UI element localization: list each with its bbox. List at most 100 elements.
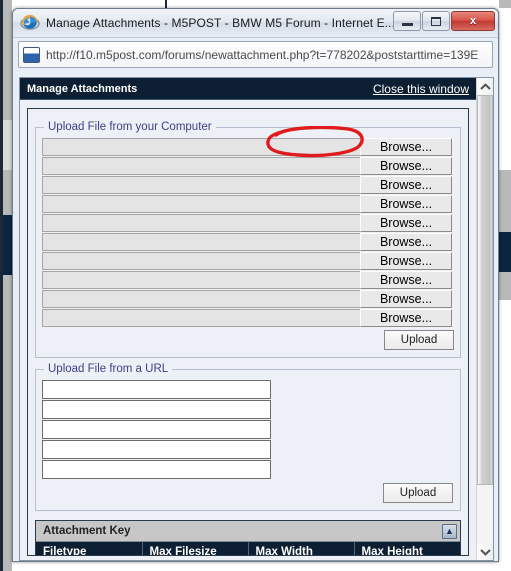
url-input-1[interactable] — [42, 380, 271, 399]
page-viewport: Manage Attachments Close this window Upl… — [19, 77, 494, 561]
file-path-cell — [42, 157, 360, 176]
browse-cell: Browse... — [360, 214, 454, 233]
page-content: Manage Attachments Close this window Upl… — [20, 78, 476, 560]
upload-from-computer-fieldset: Upload File from your Computer Browse...… — [35, 121, 461, 358]
browse-cell: Browse... — [360, 176, 454, 195]
upload-file-row: Browse... — [42, 233, 454, 252]
collapse-icon[interactable]: ▲ — [442, 523, 457, 539]
upload-file-row: Browse... — [42, 157, 454, 176]
attachment-key-header: Attachment Key ▲ — [36, 521, 460, 542]
page-icon — [23, 46, 40, 63]
attachment-panel: Upload File from your Computer Browse...… — [27, 108, 469, 556]
minimize-button[interactable] — [393, 11, 421, 31]
forum-header-bar: Manage Attachments Close this window — [20, 78, 476, 100]
browse-button-9[interactable]: Browse... — [360, 290, 452, 308]
backdrop-strip — [499, 232, 511, 272]
maximize-button[interactable] — [422, 11, 450, 31]
browse-cell: Browse... — [360, 233, 454, 252]
minimize-icon — [401, 22, 413, 26]
file-path-input-6[interactable] — [42, 233, 360, 251]
file-path-cell — [42, 252, 360, 271]
chevron-down-icon — [479, 548, 491, 556]
upload-file-row: Browse... — [42, 309, 454, 328]
file-path-input-9[interactable] — [42, 290, 360, 308]
internet-explorer-icon — [20, 13, 40, 33]
url-input-5[interactable] — [42, 460, 271, 479]
backdrop-strip — [499, 0, 511, 8]
url-field-list — [42, 380, 454, 479]
file-path-input-8[interactable] — [42, 271, 360, 289]
upload-url-button[interactable]: Upload — [383, 483, 453, 503]
browse-button-5[interactable]: Browse... — [360, 214, 452, 232]
file-path-input-3[interactable] — [42, 176, 360, 194]
file-path-cell — [42, 271, 360, 290]
browse-button-2[interactable]: Browse... — [360, 157, 452, 175]
browse-cell: Browse... — [360, 138, 454, 157]
url-input-3[interactable] — [42, 420, 271, 439]
scrollbar-thumb[interactable] — [477, 95, 493, 485]
file-path-cell — [42, 233, 360, 252]
file-path-cell — [42, 214, 360, 233]
browse-button-4[interactable]: Browse... — [360, 195, 452, 213]
browse-button-7[interactable]: Browse... — [360, 252, 452, 270]
file-path-input-5[interactable] — [42, 214, 360, 232]
file-path-cell — [42, 309, 360, 328]
upload-file-row: Browse... — [42, 138, 454, 157]
upload-file-row: Browse... — [42, 214, 454, 233]
column-header-4: Max Height — [354, 542, 460, 555]
attachment-key-title: Attachment Key — [43, 525, 131, 537]
file-path-input-10[interactable] — [42, 309, 360, 327]
column-header-1: Filetype — [36, 542, 143, 555]
close-this-window-link[interactable]: Close this window — [373, 82, 469, 96]
upload-file-row: Browse... — [42, 176, 454, 195]
upload-file-row: Browse... — [42, 252, 454, 271]
file-path-input-4[interactable] — [42, 195, 360, 213]
upload-files-button[interactable]: Upload — [384, 330, 454, 350]
upload-from-url-fieldset: Upload File from a URL Upload — [35, 363, 461, 511]
browse-button-8[interactable]: Browse... — [360, 271, 452, 289]
upload-computer-actions: Upload — [42, 330, 454, 350]
file-path-cell — [42, 138, 360, 157]
url-input-4[interactable] — [42, 440, 271, 459]
address-url-text: http://f10.m5post.com/forums/newattachme… — [46, 47, 479, 62]
browse-button-3[interactable]: Browse... — [360, 176, 452, 194]
upload-from-url-legend: Upload File from a URL — [48, 363, 169, 375]
file-path-input-7[interactable] — [42, 252, 360, 270]
page-title: Manage Attachments — [27, 82, 138, 95]
chevron-up-icon — [479, 82, 491, 90]
browse-button-6[interactable]: Browse... — [360, 233, 452, 251]
file-path-input-2[interactable] — [42, 157, 360, 175]
close-button[interactable]: x — [451, 11, 495, 31]
window-titlebar[interactable]: Manage Attachments - M5POST - BMW M5 For… — [13, 9, 498, 38]
browse-button-10[interactable]: Browse... — [360, 309, 452, 327]
attachment-key-table: Filetype Max Filesize Max Width Max Height — [36, 542, 460, 555]
upload-file-row: Browse... — [42, 195, 454, 214]
backdrop-strip — [3, 0, 12, 571]
vertical-scrollbar[interactable] — [476, 78, 493, 560]
column-header-3: Max Width — [248, 542, 355, 555]
browse-cell: Browse... — [360, 290, 454, 309]
upload-file-row: Browse... — [42, 290, 454, 309]
browse-cell: Browse... — [360, 309, 454, 328]
maximize-icon — [431, 16, 441, 26]
scrollbar-track[interactable] — [477, 95, 493, 543]
backdrop-strip — [3, 120, 12, 170]
file-path-cell — [42, 176, 360, 195]
file-path-cell — [42, 290, 360, 309]
address-bar[interactable]: http://f10.m5post.com/forums/newattachme… — [18, 41, 493, 68]
browse-cell: Browse... — [360, 157, 454, 176]
scroll-down-button[interactable] — [477, 543, 493, 560]
column-header-2: Max Filesize — [142, 542, 249, 555]
browse-cell: Browse... — [360, 252, 454, 271]
url-input-2[interactable] — [42, 400, 271, 419]
browser-window: Manage Attachments - M5POST - BMW M5 For… — [12, 8, 499, 562]
window-controls: x — [393, 11, 495, 31]
backdrop-strip — [3, 215, 12, 275]
browse-button-1[interactable]: Browse... — [360, 138, 452, 156]
upload-url-actions: Upload — [42, 483, 454, 503]
upload-file-row: Browse... — [42, 271, 454, 290]
file-path-cell — [42, 195, 360, 214]
file-path-input-1[interactable] — [42, 138, 360, 156]
scroll-up-button[interactable] — [477, 78, 493, 95]
upload-file-table: Browse... Browse... Browse... Browse... Brow… — [42, 138, 454, 328]
